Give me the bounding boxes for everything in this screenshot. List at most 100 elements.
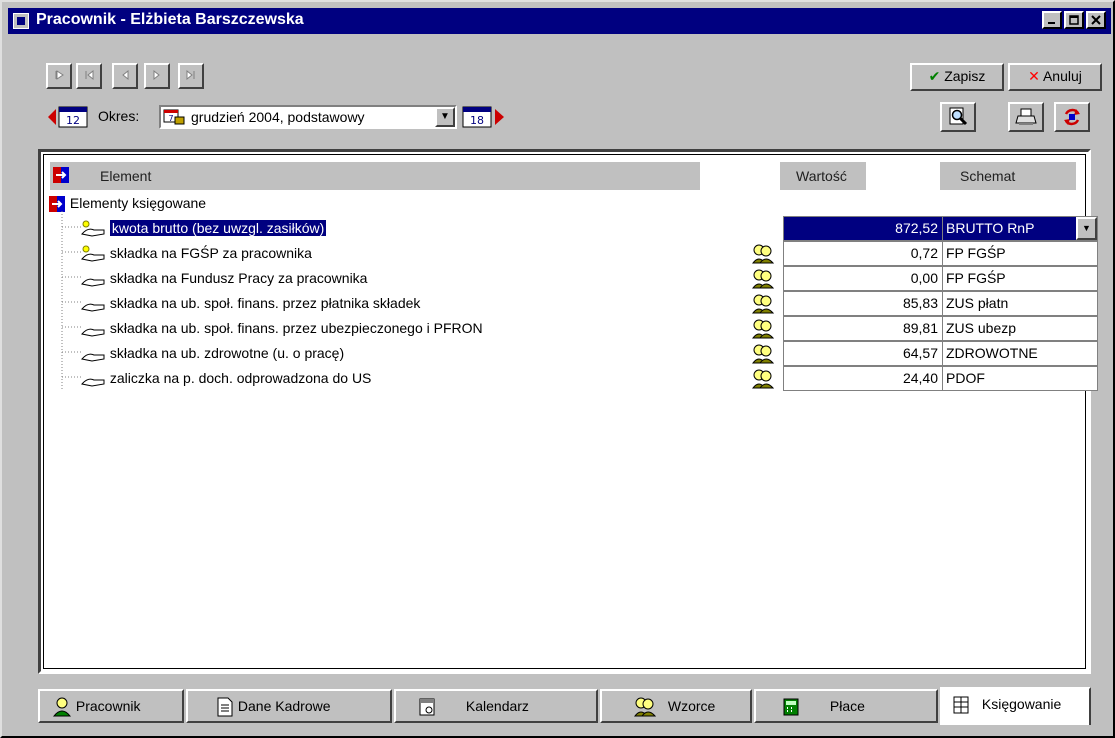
tab-label: Księgowanie	[981, 696, 1062, 712]
schema-cell[interactable]: PDOF	[942, 366, 1098, 391]
people-icon[interactable]	[752, 244, 774, 264]
prev-period-button[interactable]: 12	[46, 105, 92, 129]
schema-cell-selected[interactable]: BRUTTO RnP ▼	[942, 216, 1098, 241]
tab-place[interactable]: Płace	[754, 689, 938, 723]
element-icon	[53, 167, 69, 183]
tab-label: Dane Kadrowe	[237, 698, 331, 714]
nav-first-button[interactable]	[46, 63, 72, 89]
save-button-label: Zapisz	[944, 68, 986, 84]
maximize-button[interactable]	[1064, 11, 1084, 29]
value-cell[interactable]: 89,81	[783, 316, 943, 341]
tab-dane-kadrowe[interactable]: Dane Kadrowe	[186, 689, 392, 723]
hand-pointer-icon	[81, 328, 105, 337]
preview-button[interactable]	[940, 102, 976, 132]
printer-icon	[1015, 108, 1037, 125]
close-icon	[1091, 15, 1101, 25]
accounting-panel: Element Wartość Schemat Elementy księgow…	[38, 149, 1098, 674]
period-select[interactable]: 7 grudzień 2004, podstawowy ▼	[159, 105, 457, 129]
hand-pointer-icon	[81, 245, 105, 262]
people-icon[interactable]	[752, 319, 774, 339]
schema-cell[interactable]: FP FGŚP	[942, 241, 1098, 266]
person-icon	[52, 697, 72, 717]
tab-kalendarz[interactable]: Kalendarz	[394, 689, 598, 723]
row-label: składka na ub. zdrowotne (u. o pracę)	[109, 345, 345, 361]
ledger-icon	[953, 696, 969, 714]
people-icon[interactable]	[752, 294, 774, 314]
calculator-icon	[783, 698, 799, 716]
bottom-tab-bar: Pracownik Dane Kadrowe Kalendarz Wzorce	[38, 687, 1091, 725]
skip-back-icon	[85, 69, 94, 81]
chevron-down-icon[interactable]: ▼	[1076, 217, 1097, 240]
nav-previous-page-button[interactable]	[76, 63, 102, 89]
element-column-header[interactable]: Element	[50, 162, 700, 190]
minimize-button[interactable]	[1042, 11, 1062, 29]
next-period-button[interactable]: 18	[460, 105, 506, 129]
period-label: Okres:	[98, 108, 140, 124]
hand-pointer-icon	[81, 353, 105, 362]
element-header-label: Element	[100, 168, 152, 184]
people-icon[interactable]	[752, 269, 774, 289]
checkmark-icon: ✔	[928, 68, 941, 84]
refresh-button[interactable]	[1054, 102, 1090, 132]
tree-row[interactable]: składka na ub. społ. finans. przez ubezp…	[80, 316, 483, 341]
svg-text:18: 18	[470, 114, 484, 127]
arrow-right-icon	[153, 69, 160, 81]
cancel-x-icon: ✕	[1028, 68, 1040, 84]
schema-cell[interactable]: ZUS płatn	[942, 291, 1098, 316]
schema-header-label: Schemat	[960, 168, 1016, 184]
arrow-left-icon	[122, 69, 129, 81]
app-icon[interactable]	[13, 13, 29, 29]
svg-text:12: 12	[66, 114, 80, 127]
value-cell-selected[interactable]: 872,52	[783, 216, 943, 241]
tree-row[interactable]: składka na Fundusz Pracy za pracownika	[80, 266, 367, 291]
hand-pointer-icon	[81, 278, 105, 287]
people-icon[interactable]	[752, 369, 774, 389]
tab-ksiegowanie[interactable]: Księgowanie	[940, 687, 1091, 725]
tree-row[interactable]: kwota brutto (bez uwzgl. zasiłków)	[80, 216, 328, 241]
save-button[interactable]: ✔ Zapisz	[910, 63, 1004, 91]
calendar-lock-icon: 7	[163, 109, 185, 125]
close-window-button[interactable]	[1086, 11, 1106, 29]
value-cell[interactable]: 64,57	[783, 341, 943, 366]
value-header-label: Wartość	[796, 168, 847, 184]
chevron-down-icon[interactable]: ▼	[435, 107, 455, 127]
hand-pointer-icon	[81, 378, 105, 387]
schema-column-header[interactable]: Schemat	[940, 162, 1076, 190]
row-label: składka na FGŚP za pracownika	[109, 245, 312, 261]
first-record-icon	[55, 70, 64, 80]
value-cell[interactable]: 24,40	[783, 366, 943, 391]
main-window: Pracownik - Elżbieta Barszczewska ✔ Zapi…	[0, 0, 1115, 738]
elements-tree-grid[interactable]: Element Wartość Schemat Elementy księgow…	[43, 154, 1098, 669]
nav-previous-button[interactable]	[112, 63, 138, 89]
value-cell[interactable]: 0,72	[783, 241, 943, 266]
nav-last-button[interactable]	[178, 63, 204, 89]
title-bar[interactable]: Pracownik - Elżbieta Barszczewska	[8, 8, 1111, 34]
magnifier-document-icon	[949, 107, 968, 126]
cancel-button-label: Anuluj	[1042, 68, 1082, 84]
nav-next-button[interactable]	[144, 63, 170, 89]
window-title: Pracownik - Elżbieta Barszczewska	[36, 11, 304, 28]
schema-cell[interactable]: FP FGŚP	[942, 266, 1098, 291]
tree-row[interactable]: składka na ub. zdrowotne (u. o pracę)	[80, 341, 344, 366]
hand-pointer-icon	[81, 220, 105, 237]
cancel-button[interactable]: ✕ Anuluj	[1008, 63, 1102, 91]
tab-wzorce[interactable]: Wzorce	[600, 689, 752, 723]
schema-cell[interactable]: ZDROWOTNE	[942, 341, 1098, 366]
people-icon[interactable]	[752, 344, 774, 364]
tab-label: Kalendarz	[465, 698, 529, 714]
calendar-back-icon: 12	[48, 106, 88, 128]
print-button[interactable]	[1008, 102, 1044, 132]
row-label: składka na ub. społ. finans. przez ubezp…	[109, 320, 483, 336]
schema-cell[interactable]: ZUS ubezp	[942, 316, 1098, 341]
tree-row[interactable]: zaliczka na p. doch. odprowadzona do US	[80, 366, 371, 391]
value-column-header[interactable]: Wartość	[780, 162, 866, 190]
value-cell[interactable]: 85,83	[783, 291, 943, 316]
svg-text:7: 7	[168, 114, 173, 123]
last-record-icon	[186, 69, 195, 81]
tree-row[interactable]: składka na ub. społ. finans. przez płatn…	[80, 291, 420, 316]
tab-pracownik[interactable]: Pracownik	[38, 689, 184, 723]
value-cell[interactable]: 0,00	[783, 266, 943, 291]
tab-label: Wzorce	[667, 698, 716, 714]
tree-row[interactable]: składka na FGŚP za pracownika	[80, 241, 312, 266]
maximize-icon	[1069, 15, 1079, 25]
